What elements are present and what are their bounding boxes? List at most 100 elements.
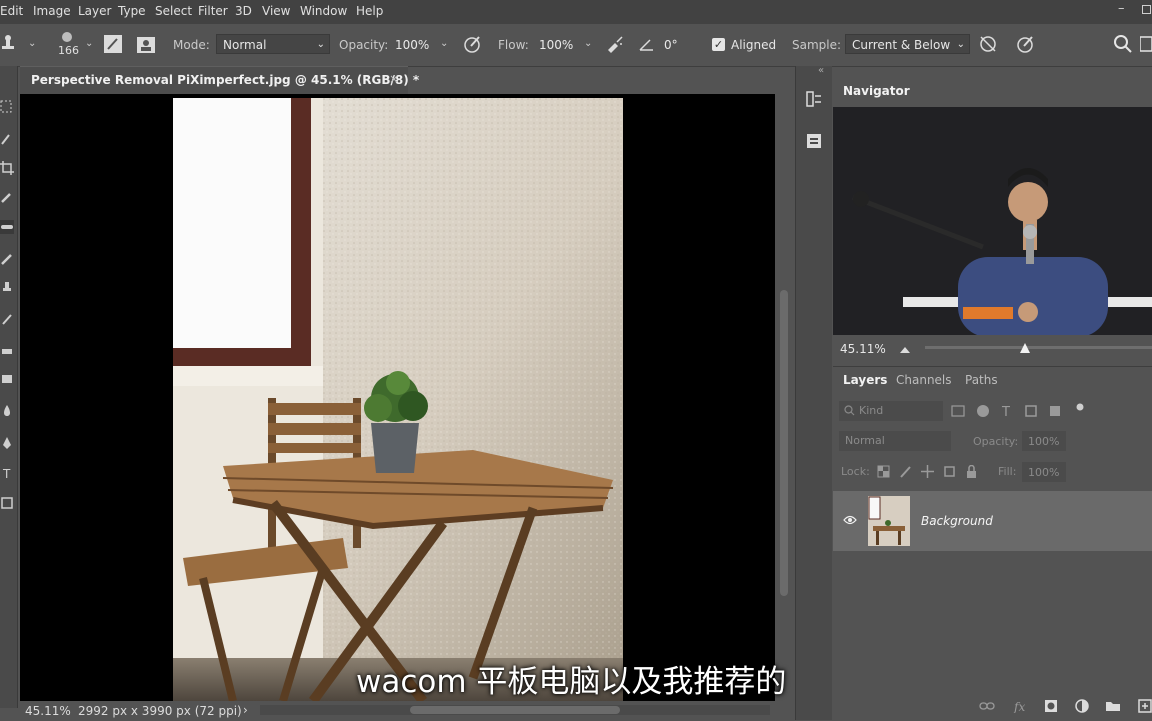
properties-panel-icon[interactable] — [805, 132, 823, 150]
rectangle-tool-icon[interactable] — [0, 496, 14, 510]
blur-tool-icon[interactable] — [0, 404, 14, 418]
svg-text:T: T — [2, 467, 11, 480]
blend-mode-select[interactable]: Normal — [839, 431, 951, 451]
quick-select-tool-icon[interactable] — [0, 132, 14, 146]
aligned-checkbox[interactable]: ✓ — [712, 38, 725, 51]
close-tab-icon[interactable]: × — [389, 72, 399, 86]
menu-type[interactable]: Type — [118, 4, 146, 18]
sample-select[interactable]: Current & Below ⌄ — [845, 34, 970, 54]
type-tool-icon[interactable]: T — [0, 466, 14, 480]
filter-pixel-icon[interactable] — [951, 405, 965, 417]
tab-channels[interactable]: Channels — [896, 373, 952, 387]
brush-picker-chevron-icon[interactable]: ⌄ — [85, 38, 93, 49]
history-panel-icon[interactable] — [805, 90, 823, 108]
menu-help[interactable]: Help — [356, 4, 383, 18]
layer-filter-kind-label: Kind — [859, 404, 884, 417]
pressure-opacity-icon[interactable] — [462, 34, 482, 54]
brush-settings-icon[interactable] — [103, 34, 123, 54]
tool-preset-chevron-icon[interactable]: ⌄ — [28, 38, 36, 49]
fill-value: 100% — [1028, 466, 1060, 479]
new-group-folder-icon[interactable] — [1105, 700, 1121, 712]
eraser-tool-icon[interactable] — [0, 344, 14, 358]
lock-transparent-pixels-icon[interactable] — [877, 465, 890, 478]
pressure-size-icon[interactable] — [1015, 34, 1035, 54]
filter-type-icon[interactable]: T — [1000, 404, 1014, 418]
layer-row[interactable]: Background — [833, 491, 1152, 551]
pen-tool-icon[interactable] — [0, 436, 14, 450]
layer-name[interactable]: Background — [921, 514, 993, 528]
menu-view[interactable]: View — [262, 4, 290, 18]
marquee-tool-icon[interactable] — [0, 100, 14, 114]
new-adjustment-layer-icon[interactable] — [1075, 699, 1089, 713]
layer-opacity-input[interactable]: 100% — [1022, 431, 1066, 451]
sample-value: Current & Below — [852, 38, 951, 52]
menu-window[interactable]: Window — [300, 4, 347, 18]
sample-label: Sample: — [792, 38, 842, 52]
history-brush-tool-icon[interactable] — [0, 312, 14, 326]
lock-position-icon[interactable] — [921, 465, 934, 478]
opacity-value[interactable]: 100% — [395, 38, 429, 52]
horizontal-scrollbar-thumb[interactable] — [410, 706, 620, 714]
lock-artboard-icon[interactable] — [943, 465, 956, 478]
document-tab[interactable]: Perspective Removal PiXimperfect.jpg @ 4… — [20, 66, 419, 94]
angle-value[interactable]: 0° — [664, 38, 678, 52]
menu-select[interactable]: Select — [155, 4, 192, 18]
maximize-icon[interactable] — [1142, 5, 1151, 14]
panel-collapse-icon[interactable]: « — [818, 65, 824, 76]
horizontal-scrollbar[interactable] — [260, 705, 770, 715]
eyedropper-tool-icon[interactable] — [0, 190, 14, 204]
flow-value[interactable]: 100% — [539, 38, 573, 52]
navigator-tab[interactable]: Navigator — [833, 80, 910, 106]
brush-tool-icon[interactable] — [0, 252, 14, 266]
menu-bar: Edit Image Layer Type Select Filter 3D V… — [0, 0, 1152, 24]
vertical-scrollbar[interactable] — [777, 94, 791, 701]
filter-toggle-icon[interactable] — [1076, 403, 1084, 411]
filter-adjustment-icon[interactable] — [976, 404, 990, 418]
add-mask-icon[interactable] — [1044, 699, 1058, 713]
layer-filter-kind[interactable]: Kind — [839, 401, 943, 421]
tab-paths[interactable]: Paths — [965, 373, 998, 387]
flow-chevron-icon[interactable]: ⌄ — [584, 38, 592, 49]
workspace-icon[interactable] — [1140, 34, 1152, 54]
zoom-out-mountain-icon[interactable] — [899, 344, 911, 354]
healing-brush-tool-icon[interactable] — [0, 220, 14, 234]
clone-stamp-icon[interactable] — [0, 34, 20, 54]
tab-layers[interactable]: Layers — [843, 373, 887, 387]
navigator-zoom-value[interactable]: 45.11% — [840, 342, 886, 356]
collapsed-panel-strip: « — [795, 65, 832, 720]
lock-all-icon[interactable] — [966, 465, 977, 478]
menu-3d[interactable]: 3D — [235, 4, 252, 18]
ignore-adjustment-layers-icon[interactable] — [978, 34, 998, 54]
brush-tip-icon[interactable] — [60, 30, 74, 44]
svg-text:T: T — [1001, 405, 1010, 418]
fill-input[interactable]: 100% — [1022, 462, 1066, 482]
clone-stamp-tool-icon[interactable] — [0, 280, 14, 294]
minimize-icon[interactable]: – — [1118, 1, 1125, 16]
opacity-chevron-icon[interactable]: ⌄ — [440, 38, 448, 49]
navigator-preview[interactable] — [833, 107, 1152, 335]
gradient-tool-icon[interactable] — [0, 372, 14, 386]
status-zoom[interactable]: 45.11% — [25, 704, 71, 718]
zoom-slider-handle[interactable] — [1020, 343, 1030, 353]
menu-edit[interactable]: Edit — [0, 4, 23, 18]
new-layer-icon[interactable] — [1138, 699, 1152, 713]
vertical-scrollbar-thumb[interactable] — [780, 290, 788, 596]
navigator-zoom-slider[interactable] — [925, 343, 1152, 353]
lock-image-pixels-icon[interactable] — [899, 465, 912, 478]
crop-tool-icon[interactable] — [0, 161, 14, 175]
search-icon[interactable] — [1113, 34, 1133, 54]
status-menu-arrow-icon[interactable]: › — [243, 703, 248, 717]
mode-select[interactable]: Normal ⌄ — [216, 34, 330, 54]
video-subtitle: wacom 平板电脑以及我推荐的 — [356, 664, 787, 700]
menu-filter[interactable]: Filter — [198, 4, 228, 18]
menu-layer[interactable]: Layer — [78, 4, 111, 18]
menu-image[interactable]: Image — [33, 4, 71, 18]
layer-style-fx-icon[interactable]: fx — [1013, 699, 1029, 713]
document-canvas[interactable] — [20, 94, 775, 701]
eye-icon[interactable] — [843, 515, 857, 525]
link-layers-icon[interactable] — [979, 700, 995, 712]
filter-shape-icon[interactable] — [1024, 404, 1038, 418]
airbrush-icon[interactable] — [605, 34, 625, 54]
clone-source-icon[interactable] — [136, 34, 156, 54]
filter-smart-object-icon[interactable] — [1048, 404, 1062, 418]
